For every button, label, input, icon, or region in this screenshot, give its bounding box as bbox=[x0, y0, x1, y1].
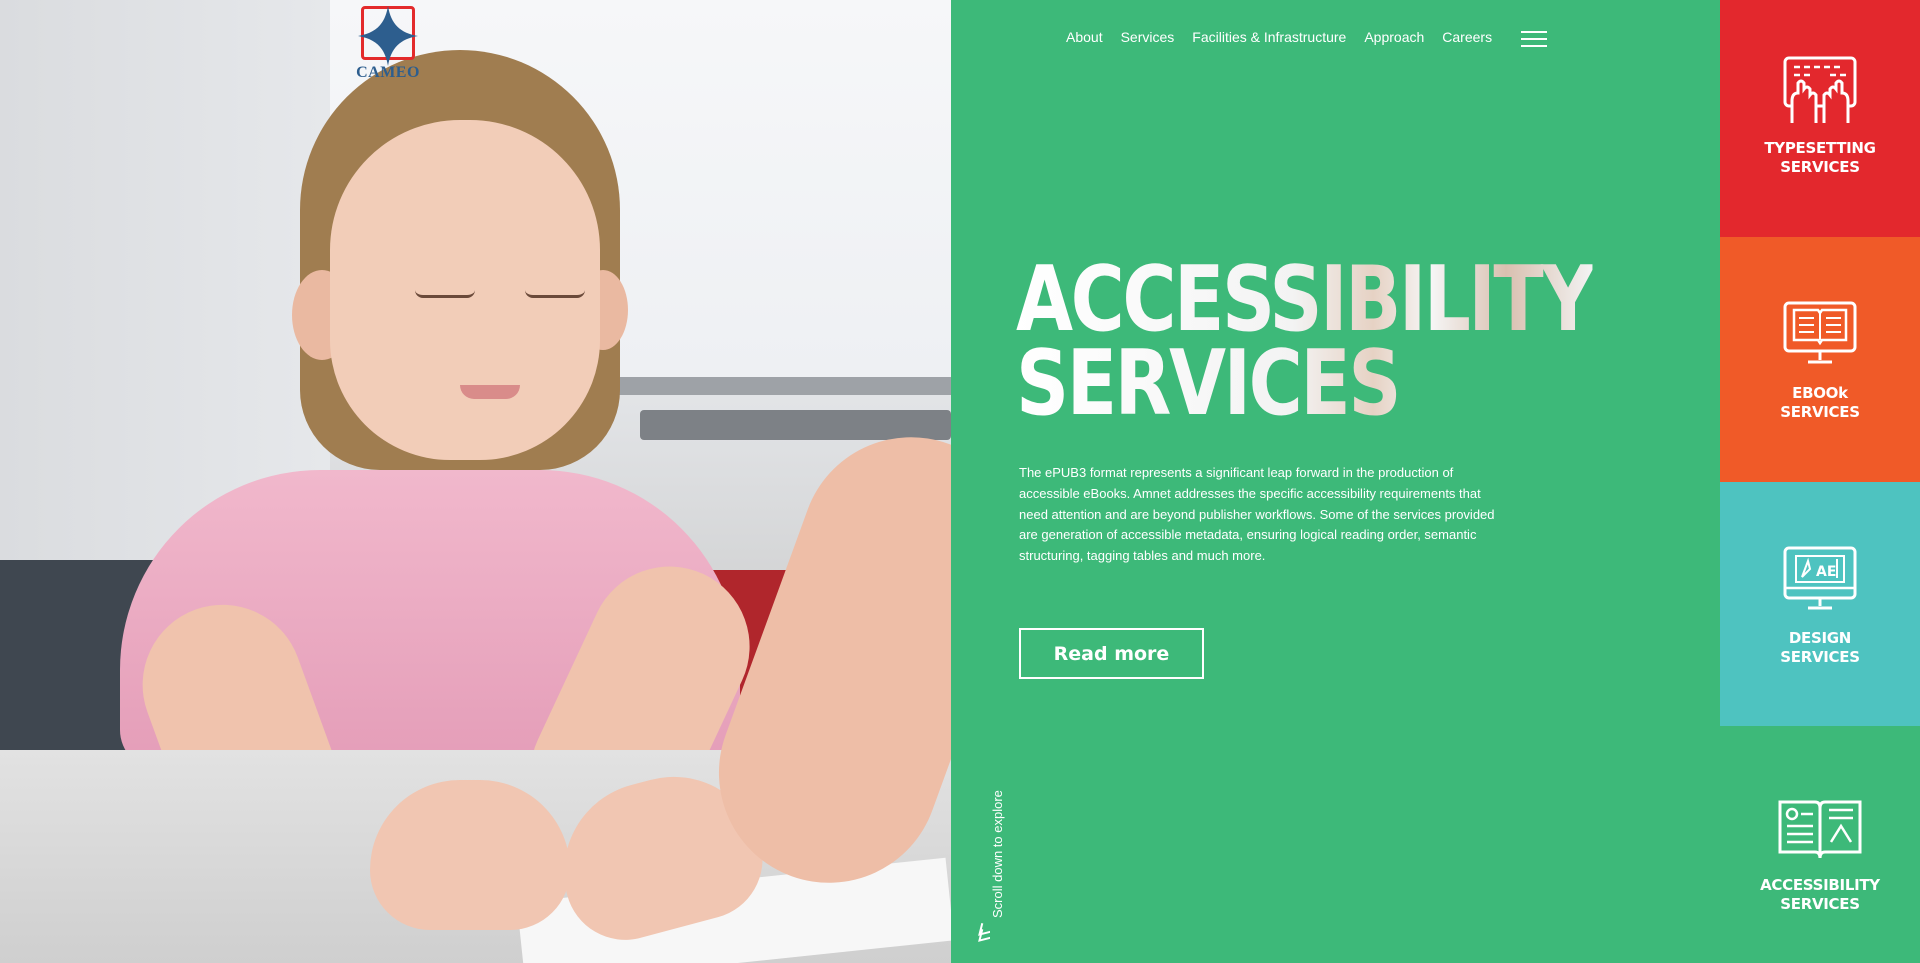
ebook-monitor-icon bbox=[1783, 301, 1857, 364]
open-book-icon bbox=[1778, 800, 1862, 859]
photo-eye bbox=[525, 290, 585, 298]
logo-text: CAMEO bbox=[356, 64, 420, 81]
design-monitor-icon: AE bbox=[1783, 546, 1857, 610]
tile-label-line1: ACCESSIBILITY bbox=[1760, 876, 1880, 894]
tile-label: EBOOk SERVICES bbox=[1780, 384, 1860, 422]
tile-typesetting-services[interactable]: TYPESETTING SERVICES bbox=[1720, 0, 1920, 237]
tile-label-line1: DESIGN bbox=[1788, 629, 1852, 647]
logo-diamond-icon bbox=[358, 6, 418, 66]
tile-label-line2: SERVICES bbox=[1780, 403, 1860, 421]
hero-photo bbox=[0, 0, 951, 963]
typing-hands-icon bbox=[1783, 56, 1857, 123]
tile-ebook-services[interactable]: EBOOk SERVICES bbox=[1720, 237, 1920, 482]
photo-hand bbox=[370, 780, 570, 930]
hero-description: The ePUB3 format represents a significan… bbox=[1019, 465, 1495, 564]
nav-services[interactable]: Services bbox=[1121, 29, 1175, 49]
photo-rail bbox=[640, 410, 951, 440]
nav-approach[interactable]: Approach bbox=[1364, 29, 1424, 49]
service-tiles: TYPESETTING SERVICES EBOOk SERVICES AE D… bbox=[1720, 0, 1920, 963]
site-logo[interactable]: CAMEO bbox=[350, 6, 426, 82]
nav-about[interactable]: About bbox=[1066, 29, 1103, 49]
tile-label: ACCESSIBILITY SERVICES bbox=[1760, 876, 1880, 914]
svg-text:AE: AE bbox=[1816, 564, 1836, 580]
photo-mouth bbox=[460, 385, 520, 399]
nav-facilities[interactable]: Facilities & Infrastructure bbox=[1192, 29, 1346, 49]
hero-title: ACCESSIBILITY SERVICES bbox=[1016, 247, 1595, 429]
hero-title-line1: ACCESSIBILITY bbox=[1016, 247, 1595, 352]
tile-label: TYPESETTING SERVICES bbox=[1764, 139, 1876, 177]
tile-label-line2: SERVICES bbox=[1780, 895, 1860, 913]
scroll-hint[interactable]: Scroll down to explore bbox=[968, 783, 1005, 943]
scroll-hint-label: Scroll down to explore bbox=[990, 790, 1005, 918]
tile-label-line1: EBOOk bbox=[1792, 384, 1848, 402]
photo-eye bbox=[415, 290, 475, 298]
double-chevron-down-icon bbox=[978, 923, 990, 942]
hero-title-line2: SERVICES bbox=[1016, 339, 1592, 429]
main-nav: About Services Facilities & Infrastructu… bbox=[1066, 29, 1510, 49]
tile-label: DESIGN SERVICES bbox=[1780, 629, 1860, 667]
nav-careers[interactable]: Careers bbox=[1442, 29, 1492, 49]
tile-label-line2: SERVICES bbox=[1780, 158, 1860, 176]
read-more-button[interactable]: Read more bbox=[1019, 628, 1204, 679]
hamburger-icon[interactable] bbox=[1521, 31, 1547, 49]
tile-label-line2: SERVICES bbox=[1780, 648, 1860, 666]
tile-accessibility-services[interactable]: ACCESSIBILITY SERVICES bbox=[1720, 726, 1920, 963]
tile-label-line1: TYPESETTING bbox=[1764, 139, 1876, 157]
tile-design-services[interactable]: AE DESIGN SERVICES bbox=[1720, 482, 1920, 726]
